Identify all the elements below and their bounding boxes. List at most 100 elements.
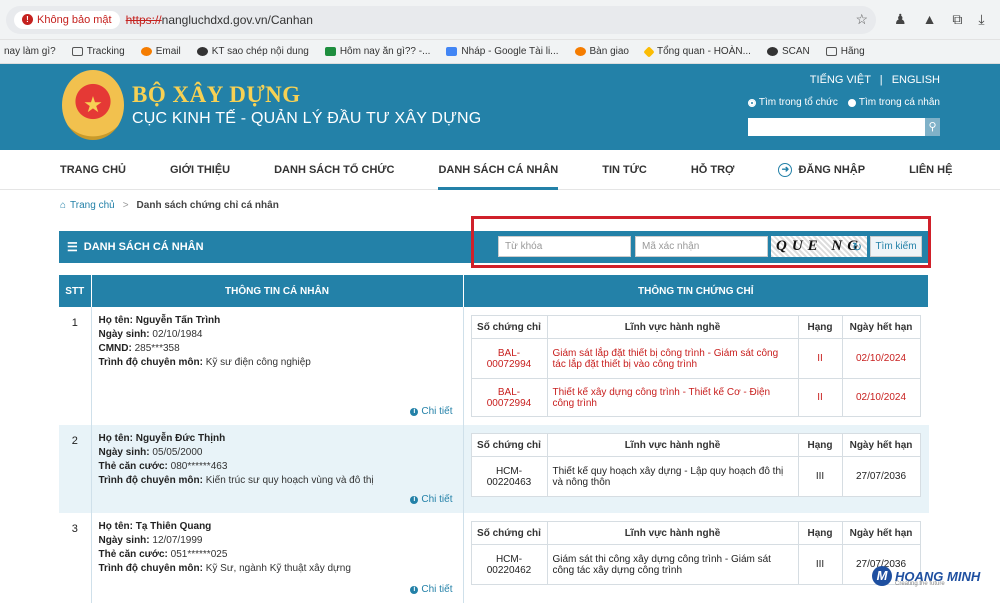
- cert-grade: II: [797, 338, 843, 379]
- site-subtitle: CỤC KINH TẾ - QUẢN LÝ ĐẦU TƯ XÂY DỰNG: [132, 110, 482, 127]
- cert-table: Số chứng chỉ Lĩnh vực hành nghề Hạng Ngà…: [470, 521, 921, 585]
- bookmark-0[interactable]: nay làm gì?: [4, 46, 56, 57]
- breadcrumb: ⌂ Trang chủ > Danh sách chứng chỉ cá nhâ…: [60, 200, 279, 211]
- link-icon: [140, 47, 152, 56]
- nav-person-list[interactable]: DANH SÁCH CÁ NHÂN: [438, 150, 559, 190]
- header-search: ⚲: [748, 118, 940, 136]
- puzzle-icon[interactable]: ⧉: [952, 11, 962, 28]
- search-button[interactable]: Tìm kiếm: [870, 236, 922, 257]
- nav-home[interactable]: TRANG CHỦ: [60, 150, 126, 190]
- browser-toolbar: ! Không bảo mật https:// nangluchdxd.gov…: [0, 0, 1000, 40]
- cert-expiry: 27/07/2036: [841, 456, 921, 497]
- bookmark-2[interactable]: Email: [140, 46, 181, 57]
- bookmark-5[interactable]: Nháp - Google Tài li...: [446, 46, 559, 57]
- menu-icon: ☰: [67, 240, 78, 254]
- lang-vi-link[interactable]: TIẾNG VIỆT: [810, 74, 871, 86]
- extension-icon[interactable]: ▲: [923, 11, 937, 28]
- person-edu: Kỹ Sư, ngành Kỹ thuật xây dựng: [205, 563, 351, 574]
- radio-person[interactable]: Tìm trong cá nhân: [847, 97, 940, 108]
- breadcrumb-current: Danh sách chứng chỉ cá nhân: [136, 200, 279, 211]
- person-name: Nguyễn Tấn Trình: [135, 315, 221, 326]
- download-icon[interactable]: ⤓: [978, 11, 984, 28]
- folder-icon: [825, 47, 837, 56]
- cert-row: HCM-00220462 Giám sát thi công xây dựng …: [470, 544, 921, 585]
- breadcrumb-home[interactable]: Trang chủ: [70, 200, 115, 211]
- bookmark-1[interactable]: Tracking: [71, 46, 125, 57]
- cert-number: BAL-00072994: [470, 378, 548, 417]
- bookmark-9[interactable]: Hãng: [825, 46, 865, 57]
- security-chip[interactable]: ! Không bảo mật: [14, 10, 120, 29]
- warning-icon: !: [22, 14, 33, 25]
- cert-grade: III: [797, 456, 843, 497]
- nav-contact[interactable]: LIÊN HỆ: [909, 150, 952, 190]
- person-name: Nguyễn Đức Thịnh: [135, 433, 226, 444]
- drive-icon: [643, 45, 655, 58]
- detail-link[interactable]: i Chi tiết: [410, 406, 453, 417]
- address-bar[interactable]: ! Không bảo mật https:// nangluchdxd.gov…: [6, 5, 876, 34]
- person-dob: 12/07/1999: [152, 535, 203, 546]
- language-switcher: TIẾNG VIỆT | ENGLISH: [804, 74, 940, 86]
- radio-selected-icon: [747, 98, 756, 107]
- person-table: STT THÔNG TIN CÁ NHÂN THÔNG TIN CHỨNG CH…: [59, 275, 929, 603]
- nav-org-list[interactable]: DANH SÁCH TỔ CHỨC: [274, 150, 394, 190]
- info-icon: i: [410, 585, 419, 594]
- home-icon: ⌂: [60, 200, 67, 211]
- cert-row: BAL-00072994 Giám sát lắp đặt thiết bị c…: [470, 338, 921, 379]
- profile-icon[interactable]: ♟: [894, 11, 907, 28]
- header-search-input[interactable]: [748, 118, 925, 136]
- main-nav: TRANG CHỦ GIỚI THIỆU DANH SÁCH TỔ CHỨC D…: [0, 150, 1000, 190]
- bookmarks-bar: nay làm gì? Tracking Email KT sao chép n…: [0, 40, 1000, 64]
- cert-expiry: 02/10/2024: [841, 338, 921, 379]
- cert-expiry: 02/10/2024: [841, 378, 921, 417]
- bookmark-6[interactable]: Bàn giao: [574, 46, 629, 57]
- radio-org[interactable]: Tìm trong tổ chức: [747, 97, 838, 108]
- cert-info: Số chứng chỉ Lĩnh vực hành nghề Hạng Ngà…: [463, 307, 929, 425]
- keyword-input[interactable]: Từ khóa: [498, 236, 631, 257]
- list-title: DANH SÁCH CÁ NHÂN: [83, 241, 204, 253]
- cert-number: HCM-00220463: [470, 456, 548, 497]
- person-edu: Kiến trúc sư quy hoạch vùng và đô thị: [205, 475, 374, 486]
- search-icon[interactable]: ⚲: [925, 118, 940, 136]
- col-stt-header: STT: [59, 275, 92, 307]
- refresh-icon[interactable]: ↻: [852, 240, 862, 254]
- info-icon: i: [410, 407, 419, 416]
- cert-table: Số chứng chỉ Lĩnh vực hành nghề Hạng Ngà…: [470, 315, 921, 417]
- person-icon: [196, 47, 208, 56]
- person-info: Họ tên: Tạ Thiên Quang Ngày sinh: 12/07/…: [91, 513, 464, 603]
- search-scope: Tìm trong tổ chức Tìm trong cá nhân: [747, 97, 940, 108]
- table-row: 3 Họ tên: Tạ Thiên Quang Ngày sinh: 12/0…: [59, 513, 929, 603]
- person-id: 285***358: [134, 343, 180, 354]
- nav-news[interactable]: TIN TỨC: [602, 150, 647, 190]
- bookmark-7[interactable]: Tổng quan - HOÀN...: [643, 45, 751, 58]
- national-emblem-logo[interactable]: ★: [62, 70, 124, 140]
- captcha-input[interactable]: Mã xác nhận: [635, 236, 768, 257]
- table-row: 1 Họ tên: Nguyễn Tấn Trình Ngày sinh: 02…: [59, 307, 929, 425]
- bookmark-star-icon[interactable]: ☆: [855, 11, 868, 28]
- person-info: Họ tên: Nguyễn Đức Thịnh Ngày sinh: 05/0…: [91, 425, 464, 513]
- lang-en-link[interactable]: ENGLISH: [892, 74, 940, 86]
- security-label: Không bảo mật: [37, 13, 112, 26]
- bookmark-8[interactable]: SCAN: [766, 46, 810, 57]
- nav-about[interactable]: GIỚI THIỆU: [170, 150, 230, 190]
- cert-row: BAL-00072994 Thiết kế xây dựng công trìn…: [470, 378, 921, 417]
- detail-link[interactable]: i Chi tiết: [410, 584, 453, 595]
- person-edu: Kỹ sư điện công nghiệp: [205, 357, 311, 368]
- bookmark-3[interactable]: KT sao chép nội dung: [196, 46, 309, 57]
- doc-icon: [446, 47, 458, 56]
- cert-grade: III: [797, 544, 843, 585]
- cert-number: HCM-00220462: [470, 544, 548, 585]
- person-name: Tạ Thiên Quang: [135, 521, 212, 532]
- person-dob: 02/10/1984: [152, 329, 203, 340]
- row-stt: 2: [59, 425, 92, 513]
- watermark-tagline: Creating the future: [895, 581, 945, 587]
- hoang-minh-logo: M HOANG MINH Creating the future: [872, 566, 980, 587]
- nav-support[interactable]: HỖ TRỢ: [691, 150, 735, 190]
- nav-login[interactable]: ➜ ĐĂNG NHẬP: [778, 150, 865, 190]
- bookmark-4[interactable]: Hôm nay ăn gì?? -...: [324, 46, 430, 57]
- lang-separator: |: [879, 74, 883, 86]
- cert-field: Thiết kế quy hoạch xây dựng - Lập quy ho…: [546, 456, 799, 497]
- cert-field: Giám sát thi công xây dựng công trình - …: [546, 544, 799, 585]
- info-icon: i: [410, 495, 419, 504]
- link-icon: [574, 47, 586, 56]
- detail-link[interactable]: i Chi tiết: [410, 494, 453, 505]
